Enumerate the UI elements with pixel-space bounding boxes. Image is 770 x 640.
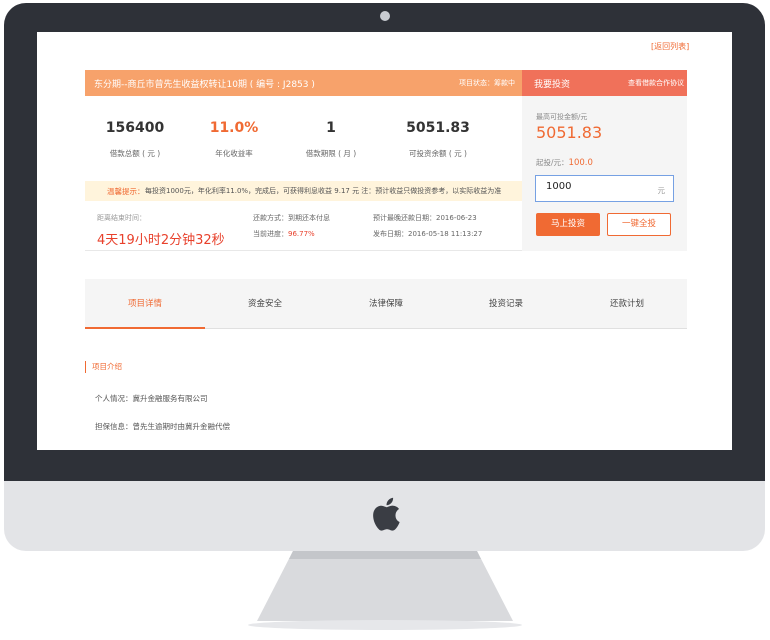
back-to-list-link[interactable]: [返回列表] xyxy=(651,41,689,52)
tip-label: 温馨提示： xyxy=(107,187,145,196)
tab-invest-records[interactable]: 投资记录 xyxy=(446,279,566,329)
monitor-stand xyxy=(257,551,513,621)
invest-header: 我要投资 查看借款合作协议 xyxy=(522,70,687,96)
publish-date: 发布日期：2016-05-18 11:13:27 xyxy=(373,230,483,238)
stat-value: 11.0% xyxy=(209,120,259,136)
monitor-chin xyxy=(4,481,765,551)
invest-panel: 最高可投金额/元 5051.83 起投/元：100.0 元 马上投资 一键全投 xyxy=(522,96,687,251)
tip-text: 每投资1000元，年化利率11.0%，完成后，可获得利息收益 9.17 元 注：… xyxy=(145,187,502,195)
stat-value: 156400 xyxy=(105,120,165,136)
amount-input[interactable] xyxy=(546,181,641,192)
min-invest: 起投/元：100.0 xyxy=(536,157,593,168)
progress-value: 96.77% xyxy=(288,230,315,238)
tab-fund-security[interactable]: 资金安全 xyxy=(205,279,325,329)
tab-project-details[interactable]: 项目详情 xyxy=(85,279,205,329)
project-title: 东分期--商丘市曾先生收益权转让10期 ( 编号 : J2853 ) xyxy=(94,80,315,90)
stat-annual-rate: 11.0% 年化收益率 xyxy=(184,120,284,159)
project-info: 距离结束时间： 4天19小时2分钟32秒 还款方式：到期还本付息 当前进度：96… xyxy=(85,201,522,251)
guarantee-info: 担保信息：曾先生逾期时由冀升金融代偿 xyxy=(95,422,230,431)
countdown-label: 距离结束时间： xyxy=(97,214,146,222)
stat-label: 借款总额 ( 元 ) xyxy=(109,149,161,158)
loan-stats: 156400 借款总额 ( 元 ) 11.0% 年化收益率 1 借款期限 ( 月… xyxy=(85,96,522,184)
stat-value: 5051.83 xyxy=(406,120,470,136)
countdown-timer: 4天19小时2分钟32秒 xyxy=(97,233,225,248)
max-amount-value: 5051.83 xyxy=(536,123,603,142)
invest-all-button[interactable]: 一键全投 xyxy=(607,213,671,236)
progress-label: 当前进度： xyxy=(253,230,288,238)
invest-title: 我要投资 xyxy=(534,80,571,90)
project-header: 东分期--商丘市曾先生收益权转让10期 ( 编号 : J2853 ) 项目状态：… xyxy=(85,70,522,96)
apple-logo-icon xyxy=(373,497,400,531)
section-title: 项目介绍 xyxy=(85,361,122,373)
amount-field[interactable]: 元 xyxy=(535,175,674,202)
stat-loan-total: 156400 借款总额 ( 元 ) xyxy=(85,120,185,159)
tab-legal-protection[interactable]: 法律保障 xyxy=(326,279,446,329)
min-invest-label: 起投/元： xyxy=(536,158,569,167)
progress: 当前进度：96.77% xyxy=(253,229,315,239)
stat-label: 年化收益率 xyxy=(215,149,253,158)
tab-repay-plan[interactable]: 还款计划 xyxy=(567,279,687,329)
camera-icon xyxy=(380,11,390,21)
stat-label: 可投资余额 ( 元 ) xyxy=(408,149,467,158)
repay-method: 还款方式：到期还本付息 xyxy=(253,214,330,222)
personal-info: 个人情况：冀升金融服务有限公司 xyxy=(95,394,208,403)
agreement-link[interactable]: 查看借款合作协议 xyxy=(628,78,684,88)
monitor-stand-base xyxy=(248,620,522,630)
tip-bar: 温馨提示： 每投资1000元，年化利率11.0%，完成后，可获得利息收益 9.1… xyxy=(85,181,522,201)
detail-tabs: 项目详情 资金安全 法律保障 投资记录 还款计划 xyxy=(85,279,687,329)
project-status: 项目状态：筹款中 xyxy=(459,79,515,87)
screen: [返回列表] 东分期--商丘市曾先生收益权转让10期 ( 编号 : J2853 … xyxy=(37,32,732,450)
max-amount-label: 最高可投金额/元 xyxy=(536,113,588,121)
stat-available-balance: 5051.83 可投资余额 ( 元 ) xyxy=(388,120,488,159)
stat-value: 1 xyxy=(326,120,336,136)
min-invest-value: 100.0 xyxy=(568,158,593,168)
stat-label: 借款期限 ( 月 ) xyxy=(305,149,357,158)
invest-now-button[interactable]: 马上投资 xyxy=(536,213,600,236)
stat-loan-term: 1 借款期限 ( 月 ) xyxy=(281,120,381,159)
amount-unit: 元 xyxy=(657,186,666,195)
expected-repay-date: 预计最晚还款日期：2016-06-23 xyxy=(373,214,477,222)
